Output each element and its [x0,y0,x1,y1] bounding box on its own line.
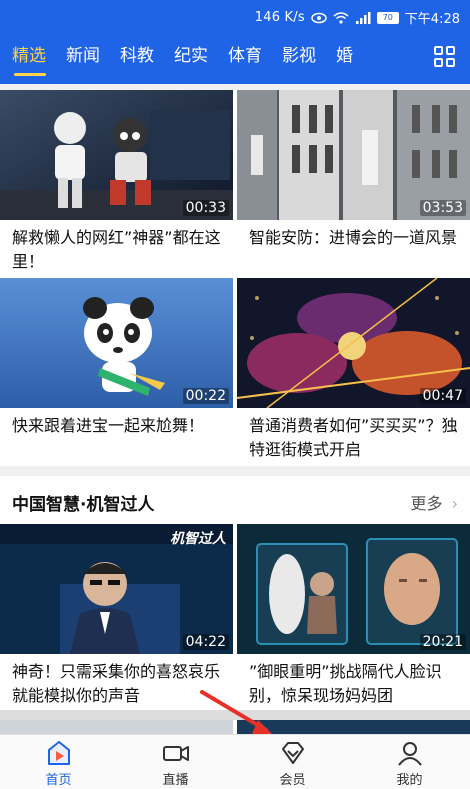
video-duration: 03:53 [419,200,466,216]
section-title: 中国智慧·机智过人 [12,495,155,515]
grid-menu-icon[interactable] [434,46,456,68]
show-logo: 机智过人 [170,531,226,547]
video-duration: 20:21 [419,634,466,650]
tab-news[interactable]: 新闻 [56,34,110,84]
status-bar: 146 K/s 70 下午4:28 [0,0,470,34]
tab-more-cut[interactable]: 婚 [326,34,363,84]
tab-sports[interactable]: 体育 [218,34,272,84]
video-thumbnail[interactable]: 00:47 [237,278,470,408]
video-title[interactable]: 快来跟着进宝一起来尬舞！ [0,408,233,464]
eye-icon [311,11,327,25]
video-duration: 00:22 [182,388,229,404]
video-duration: 04:22 [182,634,229,650]
video-card[interactable]: 机智过人 04:22 神奇！只需采集你的喜怒哀乐就能模拟你的声音 [0,524,233,710]
user-icon [397,742,422,766]
video-thumbnail[interactable]: 00:33 [0,90,233,220]
tab-movies[interactable]: 影视 [272,34,326,84]
wifi-icon [333,11,349,25]
chevron-right-icon: › [451,494,458,513]
more-link[interactable]: 更多 › [410,490,458,514]
divider [0,466,470,476]
feed: 00:33 解救懒人的网红”神器”都在这里！ 03:53 智能安防：进博会的一道… [0,84,470,734]
video-thumbnail[interactable]: 机智过人 04:22 [0,524,233,654]
signal-icon [355,11,371,25]
video-card[interactable]: 00:47 普通消费者如何”买买买”？独特逛街模式开启 [237,278,470,464]
diamond-icon [281,742,304,764]
more-label: 更多 [410,494,443,513]
video-card[interactable]: 20:21 ”御眼重明”挑战隔代人脸识别，惊呆现场妈妈团 [237,524,470,710]
battery-icon: 70 [376,11,399,24]
nav-label: 直播 [162,773,189,788]
tab-documentary[interactable]: 纪实 [164,34,218,84]
tab-science[interactable]: 科教 [110,34,164,84]
tab-list: 精选 新闻 科教 纪实 体育 影视婚 [0,34,420,84]
video-thumbnail[interactable]: 00:22 [0,278,233,408]
video-title[interactable]: 神奇！只需采集你的喜怒哀乐就能模拟你的声音 [0,654,233,710]
nav-live[interactable]: 直播 [117,735,234,789]
nav-vip[interactable]: 会员 [234,735,351,789]
video-title[interactable]: 普通消费者如何”买买买”？独特逛街模式开启 [237,408,470,464]
bottom-nav: 首页 直播 会员 我的 [0,734,470,789]
nav-profile[interactable]: 我的 [351,735,468,789]
video-title[interactable]: 解救懒人的网红”神器”都在这里！ [0,220,233,276]
video-card[interactable]: 00:22 快来跟着进宝一起来尬舞！ [0,278,233,464]
video-thumbnail[interactable]: 20:21 [237,524,470,654]
nav-label: 我的 [396,773,423,788]
clock: 下午4:28 [404,12,460,27]
video-duration: 00:47 [419,388,466,404]
annotation-arrow-icon [200,690,274,736]
video-title[interactable]: 智能安防：进博会的一道风景 [237,220,470,276]
nav-label: 会员 [279,773,306,788]
partial-thumbnail [0,720,233,734]
nav-home[interactable]: 首页 [0,735,117,789]
section-header: 中国智慧·机智过人 更多 › [0,476,470,524]
home-play-icon [47,741,70,765]
video-card[interactable]: 00:33 解救懒人的网红”神器”都在这里！ [0,90,233,276]
nav-label: 首页 [45,773,72,788]
tab-featured[interactable]: 精选 [0,34,56,84]
video-camera-icon [162,746,189,761]
status-right: 146 K/s 70 下午4:28 [255,8,460,27]
video-duration: 00:33 [182,200,229,216]
video-card[interactable]: 03:53 智能安防：进博会的一道风景 [237,90,470,276]
net-speed: 146 K/s [254,10,305,25]
category-tab-bar: 精选 新闻 科教 纪实 体育 影视婚 [0,34,470,84]
video-thumbnail[interactable]: 03:53 [237,90,470,220]
